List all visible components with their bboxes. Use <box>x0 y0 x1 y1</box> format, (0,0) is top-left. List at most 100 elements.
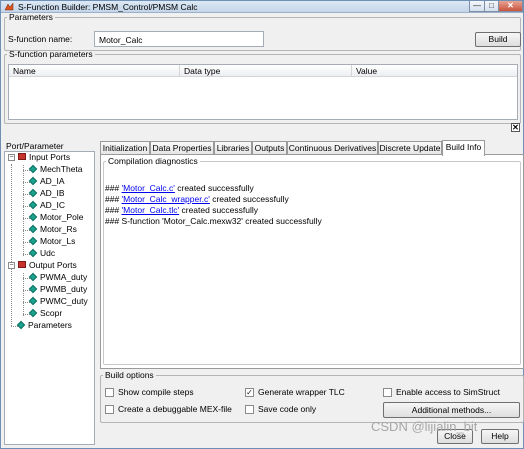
diagnostic-prefix: ### <box>105 194 122 204</box>
port-diamond-icon <box>28 224 38 233</box>
parameters-diamond-icon <box>16 320 26 329</box>
port-diamond-icon <box>28 284 38 293</box>
tree-item-label: AD_IB <box>40 188 65 198</box>
diagnostic-line: ### 'Motor_Calc.c' created successfully <box>105 183 254 193</box>
column-header-data-type[interactable]: Data type <box>180 65 352 77</box>
input-ports-icon <box>18 153 26 161</box>
tab-initialization[interactable]: Initialization <box>100 141 150 155</box>
checkbox-label: Save code only <box>258 404 317 414</box>
tab-libraries[interactable]: Libraries <box>214 141 252 155</box>
tree-guide-line <box>11 164 12 326</box>
tree-item-ad-ib[interactable]: AD_IB <box>28 188 65 199</box>
checkbox-box[interactable] <box>105 388 114 397</box>
port-diamond-icon <box>28 212 38 221</box>
help-button[interactable]: Help <box>481 429 519 444</box>
tree-guide-line <box>23 273 24 316</box>
sfunction-name-input[interactable]: Motor_Calc <box>94 31 264 47</box>
tree-item-label: Udc <box>40 248 56 258</box>
matlab-logo-icon <box>4 2 14 11</box>
checkbox-box[interactable] <box>105 405 114 414</box>
checkbox-label: Enable access to SimStruct <box>396 387 500 397</box>
tree-item-output-ports[interactable]: Output Ports <box>18 260 77 271</box>
tab-outputs[interactable]: Outputs <box>252 141 287 155</box>
port-diamond-icon <box>28 248 38 257</box>
sfunction-parameters-legend: S-function parameters <box>9 49 93 59</box>
diagnostic-line: ### S-function 'Motor_Calc.mexw32' creat… <box>105 216 322 226</box>
build-info-panel: Compilation diagnostics ### 'Motor_Calc.… <box>100 154 524 369</box>
sfunction-name-label: S-function name: <box>8 34 73 44</box>
output-ports-icon <box>18 261 26 269</box>
tree-item-label: Motor_Rs <box>40 224 77 234</box>
sfunction-parameters-table[interactable]: Name Data type Value <box>8 64 518 120</box>
build-options-legend: Build options <box>105 370 154 380</box>
compilation-diagnostics-legend: Compilation diagnostics <box>108 156 198 166</box>
diagnostic-prefix: ### S-function 'Motor_Calc.mexw32' creat… <box>105 216 322 226</box>
diagnostic-line: ### 'Motor_Calc.tlc' created successfull… <box>105 205 258 215</box>
tab-build-info[interactable]: Build Info <box>442 140 485 156</box>
tree-item-label: AD_IA <box>40 176 65 186</box>
port-diamond-icon <box>28 236 38 245</box>
port-parameter-tree[interactable]: − Input Ports MechTheta AD_IA AD_IB AD_I… <box>4 151 95 445</box>
checkbox-box[interactable] <box>383 388 392 397</box>
additional-methods-button[interactable]: Additional methods... <box>383 402 520 418</box>
port-parameter-label: Port/Parameter <box>6 141 64 151</box>
maximize-icon[interactable]: □ <box>484 1 499 12</box>
tree-item-label: Motor_Pole <box>40 212 84 222</box>
tree-item-ad-ic[interactable]: AD_IC <box>28 200 66 211</box>
column-header-name[interactable]: Name <box>9 65 180 77</box>
tree-item-motor-rs[interactable]: Motor_Rs <box>28 224 77 235</box>
diagnostic-prefix: ### <box>105 183 122 193</box>
tree-item-motor-ls[interactable]: Motor_Ls <box>28 236 76 247</box>
port-diamond-icon <box>28 200 38 209</box>
diagnostic-line: ### 'Motor_Calc_wrapper.c' created succe… <box>105 194 289 204</box>
tree-item-scopr[interactable]: Scopr <box>28 308 63 319</box>
output-ports-label: Output Ports <box>29 260 77 270</box>
title-bar[interactable]: S-Function Builder: PMSM_Control/PMSM Ca… <box>1 1 523 13</box>
tree-item-pwmb-duty[interactable]: PWMB_duty <box>28 284 87 295</box>
close-window-icon[interactable]: ✕ <box>498 1 523 12</box>
tree-item-ad-ia[interactable]: AD_IA <box>28 176 65 187</box>
tree-item-label: PWMA_duty <box>40 272 88 282</box>
tree-item-udc[interactable]: Udc <box>28 248 56 259</box>
tree-item-label: MechTheta <box>40 164 83 174</box>
output-ports-expander-icon[interactable]: − <box>8 262 15 269</box>
diagnostic-suffix: created successfully <box>209 194 289 204</box>
diagnostic-prefix: ### <box>105 205 122 215</box>
window-title: S-Function Builder: PMSM_Control/PMSM Ca… <box>18 2 198 12</box>
column-header-value[interactable]: Value <box>352 65 518 77</box>
check-icon[interactable]: ✓ <box>245 388 254 397</box>
tree-item-parameters[interactable]: Parameters <box>16 320 72 331</box>
csdn-watermark: CSDN @lijialin_bit <box>371 419 478 434</box>
sfunction-builder-window: S-Function Builder: PMSM_Control/PMSM Ca… <box>0 0 524 449</box>
minimize-icon[interactable]: — <box>469 1 485 12</box>
checkbox-label: Show compile steps <box>118 387 194 397</box>
diagnostic-file-link[interactable]: 'Motor_Calc.tlc' <box>122 205 180 215</box>
tab-continuous-derivatives[interactable]: Continuous Derivatives <box>287 141 378 155</box>
diagnostic-file-link[interactable]: 'Motor_Calc_wrapper.c' <box>122 194 210 204</box>
diagnostic-file-link[interactable]: 'Motor_Calc.c' <box>122 183 175 193</box>
table-header: Name Data type Value <box>9 65 517 77</box>
parameters-legend: Parameters <box>9 12 53 22</box>
build-button[interactable]: Build <box>475 32 521 47</box>
input-ports-label: Input Ports <box>29 152 71 162</box>
diagnostic-suffix: created successfully <box>179 205 259 215</box>
tree-item-input-ports[interactable]: Input Ports <box>18 152 70 163</box>
tree-item-label: PWMC_duty <box>40 296 88 306</box>
tree-item-label: Scopr <box>40 308 63 318</box>
tree-item-label: AD_IC <box>40 200 66 210</box>
port-diamond-icon <box>28 188 38 197</box>
port-diamond-icon <box>28 164 38 173</box>
delete-parameter-icon[interactable]: ✕ <box>511 123 520 132</box>
diagnostic-suffix: created successfully <box>174 183 254 193</box>
tab-data-properties[interactable]: Data Properties <box>150 141 214 155</box>
tree-item-label: Motor_Ls <box>40 236 76 246</box>
tree-item-mechtheta[interactable]: MechTheta <box>28 164 83 175</box>
checkbox-box[interactable] <box>245 405 254 414</box>
checkbox-label: Generate wrapper TLC <box>258 387 345 397</box>
input-ports-expander-icon[interactable]: − <box>8 154 15 161</box>
tree-item-motor-pole[interactable]: Motor_Pole <box>28 212 84 223</box>
tab-discrete-update[interactable]: Discrete Update <box>378 141 442 155</box>
tree-item-pwmc-duty[interactable]: PWMC_duty <box>28 296 88 307</box>
port-diamond-icon <box>28 308 38 317</box>
tree-item-pwma-duty[interactable]: PWMA_duty <box>28 272 88 283</box>
